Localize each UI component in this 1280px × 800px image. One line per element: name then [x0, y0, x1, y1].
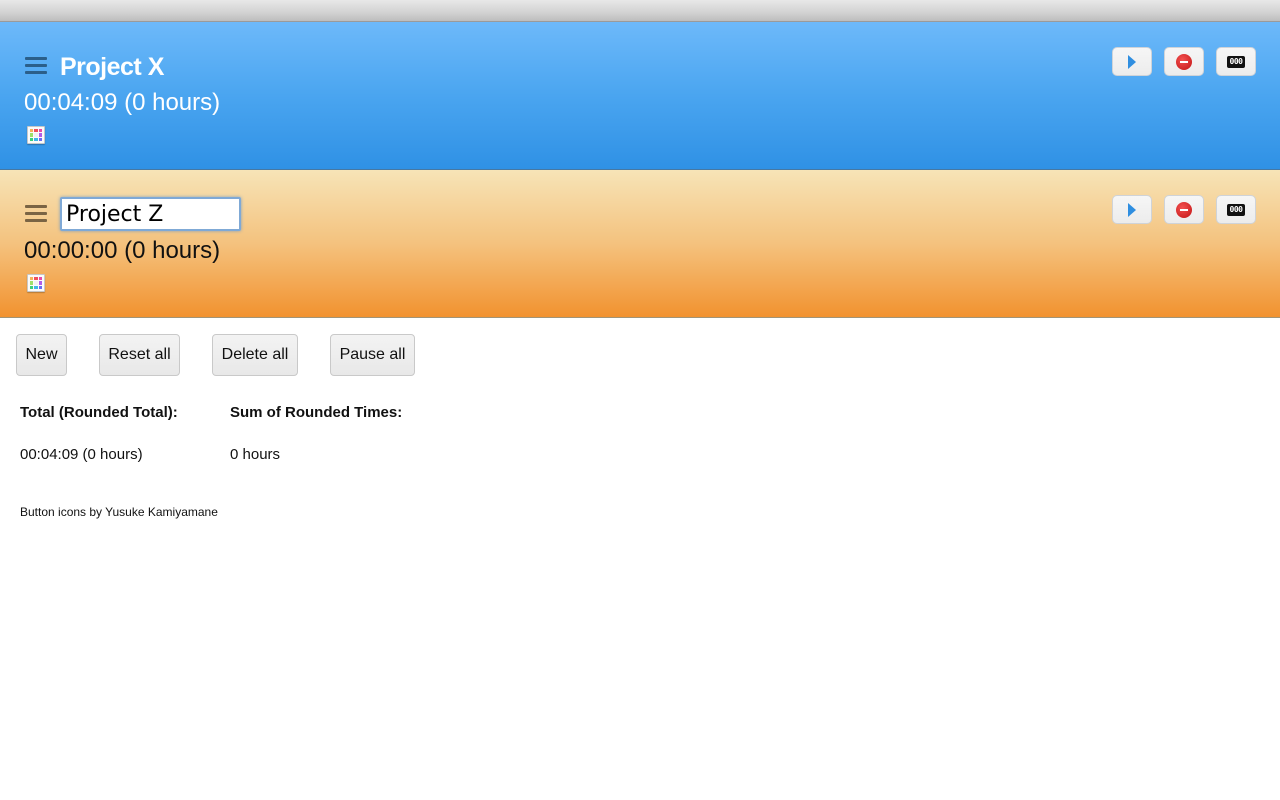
- delete-all-button[interactable]: Delete all: [212, 334, 298, 376]
- palette-swatch: [34, 277, 38, 281]
- timer-row-project-z: 00:00:00 (0 hours) 000: [0, 170, 1280, 318]
- stop-icon: [1176, 201, 1192, 218]
- color-palette-icon[interactable]: [27, 126, 45, 144]
- timer-row-project-x: Project X 00:04:09 (0 hours) 000: [0, 22, 1280, 170]
- reset-timer-button[interactable]: 000: [1216, 47, 1256, 76]
- palette-swatch: [38, 129, 42, 133]
- pause-all-button[interactable]: Pause all: [330, 334, 415, 376]
- stop-timer-button[interactable]: [1164, 47, 1204, 76]
- sum-rounded-value: 0 hours: [230, 446, 281, 463]
- total-value: 00:04:09 (0 hours): [20, 446, 143, 463]
- stop-timer-button[interactable]: [1164, 195, 1204, 224]
- timer-elapsed-time: 00:00:00 (0 hours): [24, 237, 221, 264]
- palette-swatch: [34, 281, 38, 285]
- play-icon: [1128, 202, 1136, 217]
- palette-swatch: [30, 137, 34, 141]
- hamburger-menu-icon[interactable]: [25, 57, 47, 77]
- palette-swatch: [38, 277, 42, 281]
- timer-elapsed-time: 00:04:09 (0 hours): [24, 89, 221, 116]
- palette-swatch: [30, 277, 34, 281]
- new-timer-button[interactable]: New: [16, 334, 67, 376]
- palette-swatch: [38, 133, 42, 137]
- start-timer-button[interactable]: [1112, 47, 1152, 76]
- stop-icon: [1176, 53, 1192, 70]
- icon-credit: Button icons by Yusuke Kamiyamane: [20, 505, 218, 519]
- palette-swatch: [34, 133, 38, 137]
- palette-swatch: [34, 285, 38, 289]
- counter-reset-icon: 000: [1227, 203, 1245, 216]
- palette-swatch: [38, 281, 42, 285]
- palette-swatch: [34, 129, 38, 133]
- window-title-bar[interactable]: [0, 0, 1280, 22]
- sum-rounded-label: Sum of Rounded Times:: [230, 404, 403, 421]
- timer-name-input[interactable]: [60, 197, 241, 231]
- timer-name[interactable]: Project X: [60, 53, 164, 82]
- color-palette-icon[interactable]: [27, 274, 45, 292]
- palette-swatch: [30, 129, 34, 133]
- palette-swatch: [30, 133, 34, 137]
- palette-swatch: [30, 281, 34, 285]
- palette-swatch: [34, 137, 38, 141]
- total-label: Total (Rounded Total):: [20, 404, 178, 421]
- reset-all-button[interactable]: Reset all: [99, 334, 180, 376]
- play-icon: [1128, 54, 1136, 69]
- palette-swatch: [38, 285, 42, 289]
- palette-swatch: [38, 137, 42, 141]
- reset-timer-button[interactable]: 000: [1216, 195, 1256, 224]
- hamburger-menu-icon[interactable]: [25, 205, 47, 225]
- palette-swatch: [30, 285, 34, 289]
- start-timer-button[interactable]: [1112, 195, 1152, 224]
- counter-reset-icon: 000: [1227, 55, 1245, 68]
